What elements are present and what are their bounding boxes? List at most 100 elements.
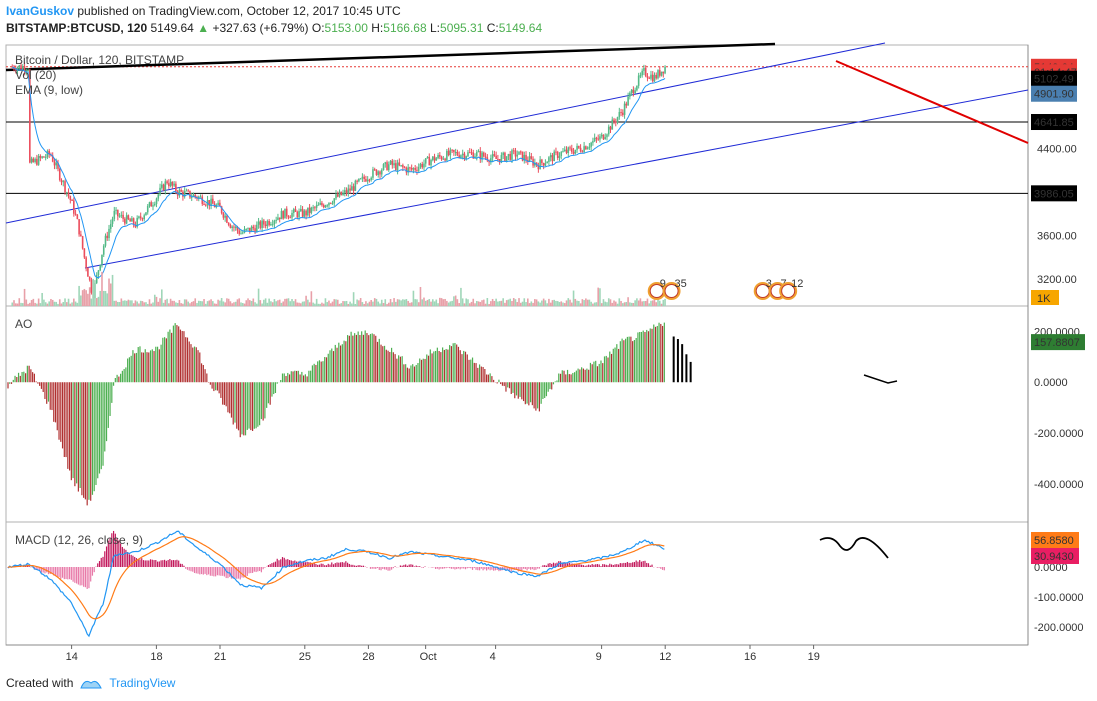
candle-body xyxy=(456,151,459,156)
volume-bar xyxy=(20,302,22,306)
candle-body xyxy=(372,169,374,178)
volume-bar xyxy=(113,300,116,306)
volume-bar xyxy=(599,288,601,306)
candle-body xyxy=(73,200,75,214)
candle-body xyxy=(294,209,297,212)
volume-bar xyxy=(484,303,487,306)
pane-frame-1 xyxy=(5,44,1029,307)
candle-body xyxy=(592,141,594,143)
volume-bar xyxy=(344,301,346,306)
candle-body xyxy=(324,205,327,208)
candle-body xyxy=(435,158,438,161)
candle-body xyxy=(556,151,559,159)
volume-bar xyxy=(285,298,288,306)
volume-bar xyxy=(322,303,325,306)
candle-body xyxy=(190,196,193,198)
volume-bar xyxy=(192,301,195,306)
candle-body xyxy=(120,214,123,216)
volume-bar xyxy=(101,271,103,306)
volume-bar xyxy=(250,300,253,306)
volume-bar xyxy=(475,300,478,306)
volume-bar xyxy=(29,302,31,306)
volume-bar xyxy=(539,302,541,306)
candle-body xyxy=(643,68,645,71)
volume-bar xyxy=(544,300,547,306)
volume-bar xyxy=(131,300,133,306)
tradingview-logo-icon xyxy=(80,680,103,689)
volume-bar xyxy=(414,299,416,306)
volume-bar xyxy=(259,300,262,306)
volume-bar xyxy=(233,302,235,306)
candle-body xyxy=(99,264,102,271)
volume-bar xyxy=(241,303,244,306)
candle-body xyxy=(519,151,522,153)
volume-bar xyxy=(586,299,589,306)
volume-bar xyxy=(252,298,255,306)
candle-body xyxy=(585,146,587,150)
volume-bar xyxy=(453,296,455,306)
volume-bar xyxy=(102,290,105,306)
volume-bar xyxy=(326,302,329,306)
volume-bar xyxy=(641,301,643,306)
volume-bar xyxy=(472,298,475,306)
volume-bar xyxy=(611,302,614,306)
volume-bar xyxy=(36,303,38,306)
candle-body xyxy=(373,169,376,171)
volume-bar xyxy=(451,300,453,306)
candle-body xyxy=(354,180,357,191)
volume-bar xyxy=(185,299,188,306)
candle-body xyxy=(273,220,276,225)
candle-body xyxy=(104,235,107,246)
candle-body xyxy=(386,162,388,171)
candle-body xyxy=(609,126,612,130)
volume-bar xyxy=(314,303,316,306)
volume-bar xyxy=(21,303,24,306)
chart-canvas[interactable]: 4400.003600.003200.005149.6401:14:475102… xyxy=(0,0,1097,701)
candle-body xyxy=(461,153,464,156)
candle-body xyxy=(166,181,168,184)
candle-body xyxy=(393,163,395,166)
x-tick-label: 18 xyxy=(150,651,162,663)
volume-bar xyxy=(630,302,633,306)
candle-body xyxy=(414,168,416,170)
volume-bar xyxy=(333,299,336,306)
candle-body xyxy=(358,178,360,182)
volume-bar xyxy=(315,298,318,306)
x-tick-label: 14 xyxy=(66,651,78,663)
volume-bar xyxy=(606,302,608,306)
candle-body xyxy=(335,194,337,199)
volume-bar xyxy=(145,302,147,306)
volume-bar xyxy=(352,292,355,306)
event-count-label: 12 xyxy=(791,278,803,290)
tradingview-link[interactable]: TradingView xyxy=(109,676,175,690)
candle-body xyxy=(562,151,564,153)
volume-bar xyxy=(78,285,80,306)
candle-body xyxy=(634,90,636,94)
volume-bar xyxy=(368,301,371,306)
candle-body xyxy=(69,196,72,201)
candle-body xyxy=(428,156,431,166)
candle-body xyxy=(363,176,365,180)
volume-bar xyxy=(419,286,422,306)
candle-body xyxy=(109,223,112,229)
candle-body xyxy=(30,158,33,163)
volume-label-text: 1K xyxy=(1037,293,1051,305)
candle-body xyxy=(595,137,598,139)
volume-bar xyxy=(456,299,459,306)
volume-bar xyxy=(384,299,387,306)
volume-bar xyxy=(240,302,242,306)
volume-bar xyxy=(324,298,327,306)
volume-bar xyxy=(563,303,566,306)
volume-bar xyxy=(535,299,538,306)
x-tick-label: 4 xyxy=(490,651,496,663)
candle-body xyxy=(333,198,336,204)
candle-body xyxy=(431,156,434,160)
volume-bar xyxy=(23,288,26,306)
volume-bar xyxy=(196,303,198,306)
macd-value-text: 56.8580 xyxy=(1034,535,1074,547)
candle-body xyxy=(159,187,161,195)
candle-body xyxy=(127,215,130,220)
candle-body xyxy=(491,154,494,159)
volume-bar xyxy=(291,299,293,306)
candle-body xyxy=(588,146,591,148)
